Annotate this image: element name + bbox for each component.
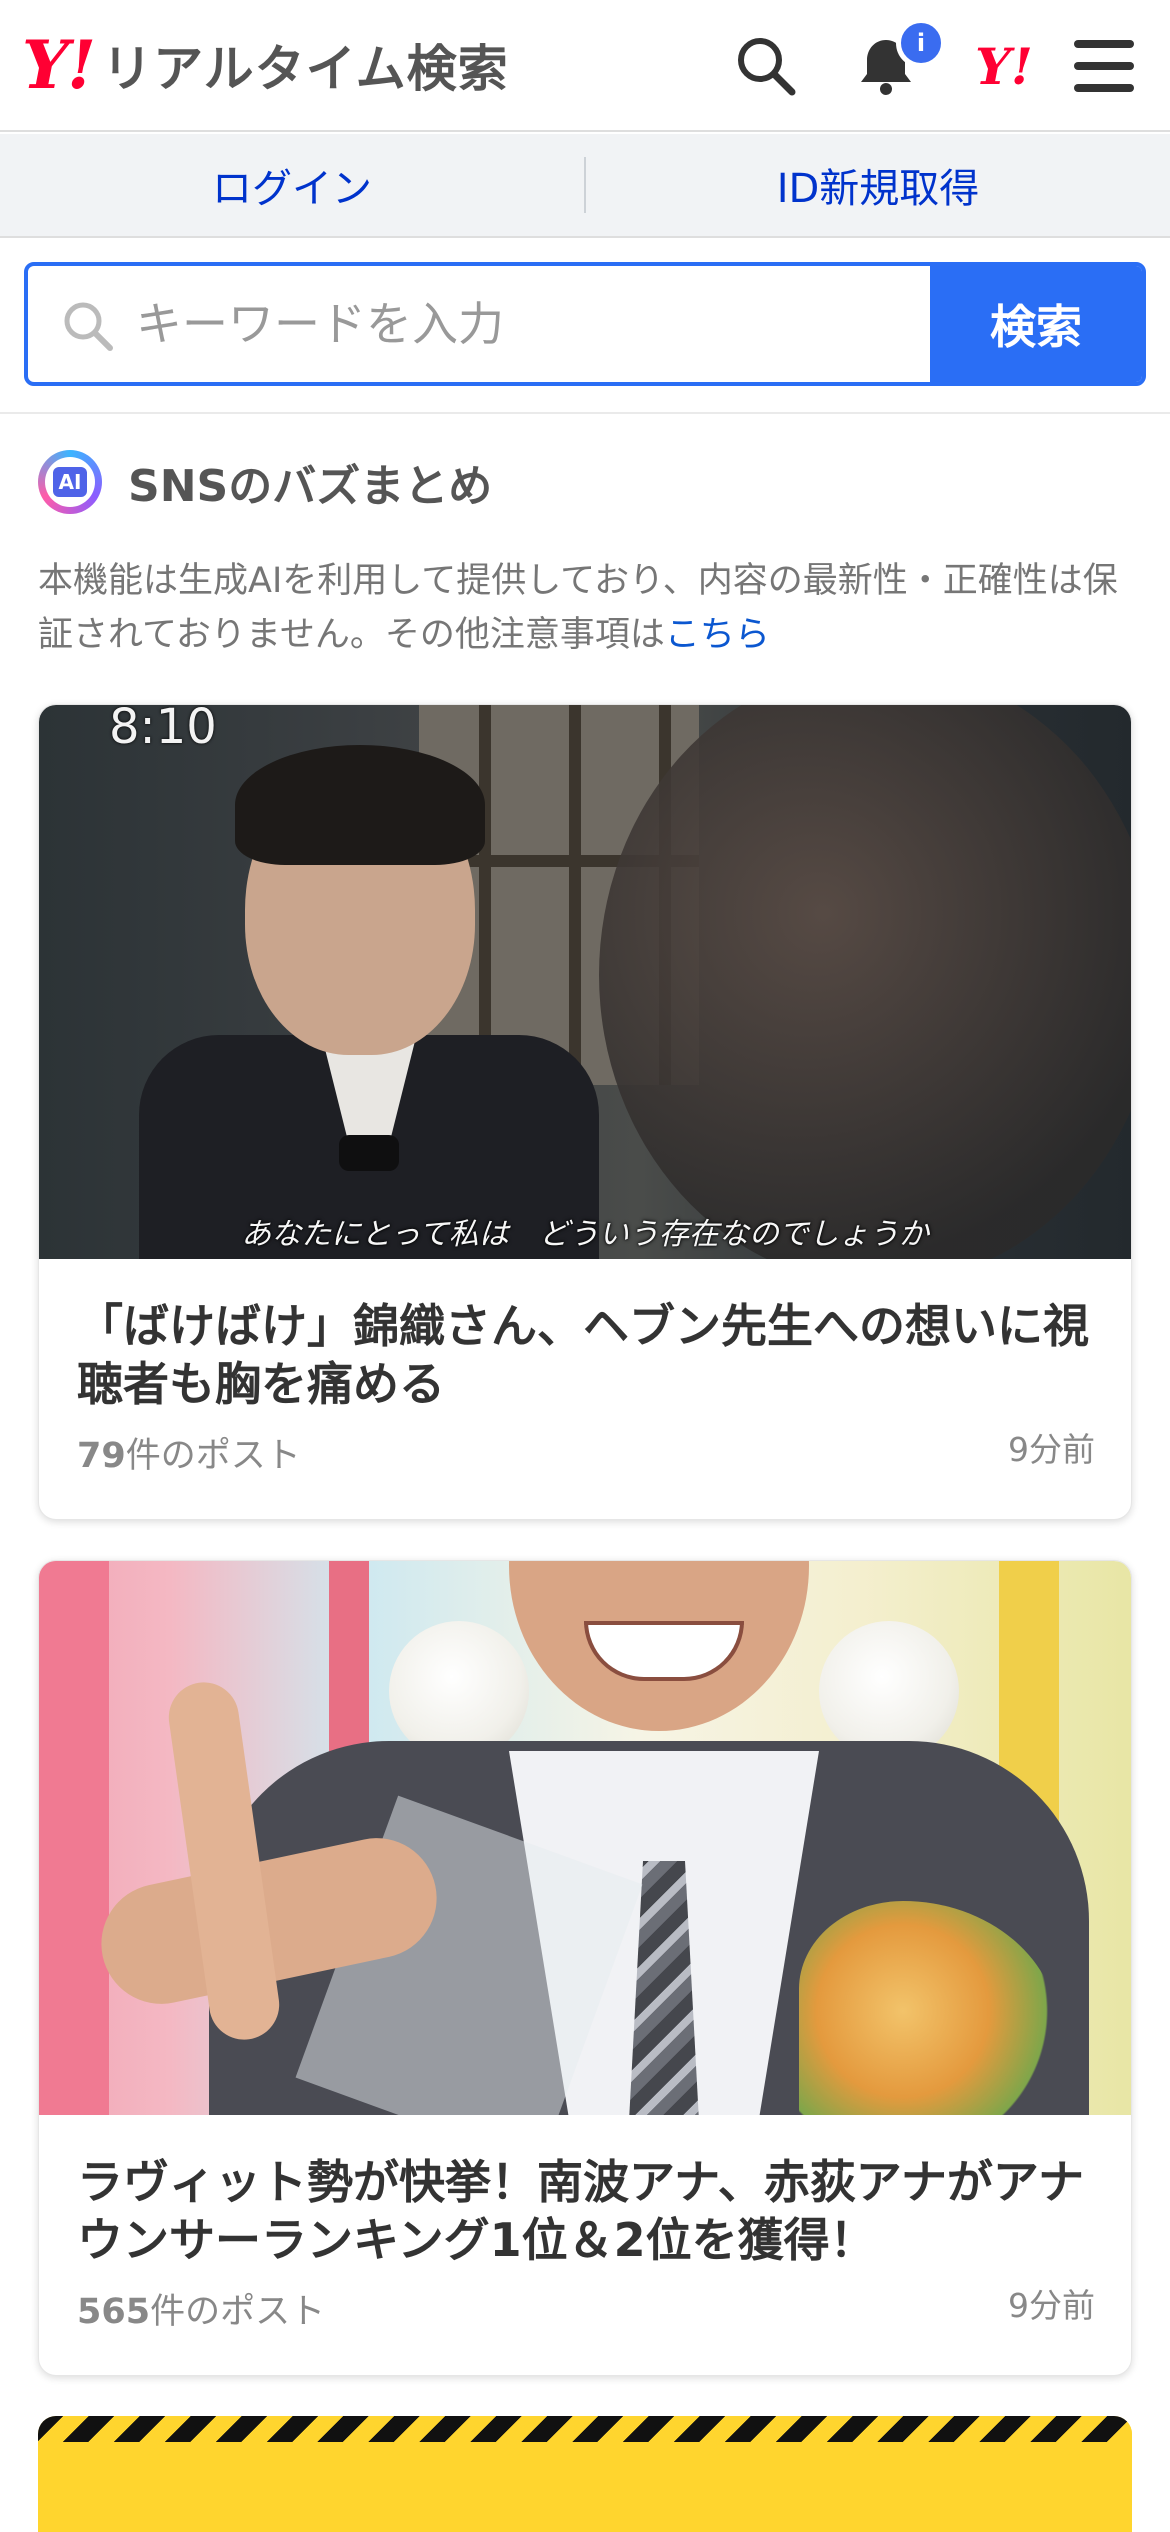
notification-badge: i	[896, 18, 946, 68]
signup-link[interactable]: ID新規取得	[586, 156, 1170, 214]
card-thumbnail	[38, 2416, 1132, 2442]
ai-notice: 本機能は生成AIを利用して提供しており、内容の最新性・正確性は保証されておりませ…	[38, 554, 1138, 662]
menu-icon[interactable]	[1068, 30, 1140, 102]
ai-notice-text: 本機能は生成AIを利用して提供しており、内容の最新性・正確性は保証されておりませ…	[38, 561, 1118, 655]
post-count-suffix: 件のポスト	[125, 1436, 301, 1476]
section-divider	[0, 412, 1170, 414]
notice-link[interactable]: こちら	[665, 615, 770, 655]
yahoo-top-link[interactable]: Y!	[968, 30, 1040, 102]
search-input[interactable]	[136, 266, 956, 382]
yahoo-mark-icon: Y!	[975, 36, 1033, 96]
buzz-card[interactable]: ラヴィット勢が快挙！南波アナ、赤荻アナがアナウンサーランキング1位＆2位を獲得！…	[38, 1560, 1132, 2376]
post-count: 565件のポスト	[77, 2283, 325, 2334]
card-time: 9分前	[1008, 1430, 1095, 1469]
search-icon[interactable]	[730, 30, 802, 102]
card-title: 「ばけばけ」錦織さん、ヘブン先生への想いに視聴者も胸を痛める	[77, 1299, 1089, 1411]
yahoo-realtime-logo[interactable]: Y! リアルタイム検索	[22, 30, 509, 100]
card-thumbnail	[39, 1561, 1131, 2115]
buzz-card[interactable]	[38, 2416, 1132, 2532]
search-box: 検索	[24, 262, 1146, 386]
login-link[interactable]: ログイン	[0, 156, 584, 214]
post-count: 79件のポスト	[77, 1427, 301, 1478]
thumbnail-subtitle: あなたにとって私は どういう存在なのでしょうか	[241, 1217, 929, 1252]
search-button[interactable]: 検索	[930, 266, 1142, 382]
section-title: SNSのバズまとめ	[128, 461, 493, 512]
buzz-section-header: AI SNSのバズまとめ	[38, 450, 492, 514]
card-time: 9分前	[1008, 2286, 1095, 2325]
account-bar: ログイン ID新規取得	[0, 134, 1170, 238]
post-count-number: 79	[77, 1436, 126, 1476]
logo-title: リアルタイム検索	[102, 40, 509, 98]
post-count-suffix: 件のポスト	[150, 2292, 326, 2332]
app-header: Y! リアルタイム検索 i Y!	[0, 0, 1170, 132]
card-thumbnail: 8:10 あなたにとって私は どういう存在なのでしょうか	[39, 705, 1131, 1259]
buzz-card[interactable]: 8:10 あなたにとって私は どういう存在なのでしょうか 「ばけばけ」錦織さん、…	[38, 704, 1132, 1520]
search-field-icon	[64, 302, 113, 351]
yahoo-logo-mark: Y!	[22, 26, 96, 104]
ai-icon: AI	[38, 450, 102, 514]
post-count-number: 565	[77, 2292, 151, 2332]
ai-icon-label: AI	[52, 467, 88, 497]
card-title: ラヴィット勢が快挙！南波アナ、赤荻アナがアナウンサーランキング1位＆2位を獲得！	[77, 2155, 1084, 2267]
thumbnail-clock: 8:10	[109, 705, 217, 755]
